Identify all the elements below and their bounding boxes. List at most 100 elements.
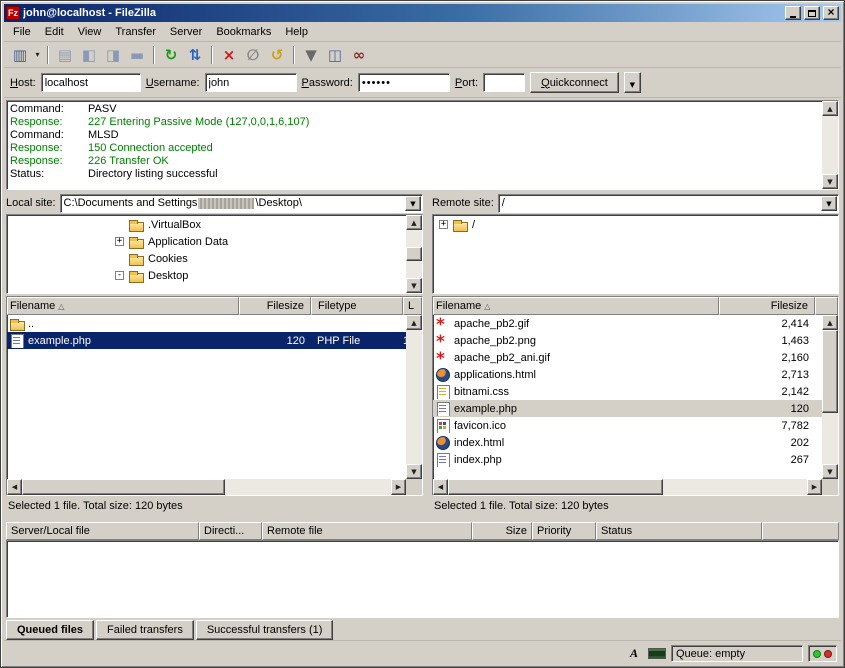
column-header-server-local-file[interactable]: Server/Local file — [6, 522, 199, 540]
tab-successful-transfers-1[interactable]: Successful transfers (1) — [196, 620, 334, 640]
quickconnect-dropdown-button[interactable] — [624, 72, 641, 93]
host-input[interactable] — [41, 73, 141, 92]
scroll-track[interactable] — [448, 479, 807, 495]
tab-failed-transfers[interactable]: Failed transfers — [96, 620, 194, 640]
local-site-combo[interactable]: C:\Documents and Settings\Desktop\ — [60, 194, 423, 213]
toolbar-cancel-button[interactable]: × — [217, 44, 241, 66]
tree-expander-icon[interactable]: + — [439, 220, 448, 229]
file-row-apache-pb2-png[interactable]: apache_pb2.png 1,463 — [433, 332, 822, 349]
column-header-remote-file[interactable]: Remote file — [262, 522, 472, 540]
column-header-filesize[interactable]: Filesize — [719, 297, 815, 315]
menu-item-file[interactable]: File — [6, 23, 38, 41]
local-list-vertical-scrollbar[interactable] — [406, 315, 422, 479]
menu-item-view[interactable]: View — [71, 23, 109, 41]
scroll-thumb[interactable] — [822, 330, 838, 413]
file-row-example-php[interactable]: example.php 120 — [433, 400, 822, 417]
scroll-track[interactable] — [22, 479, 391, 495]
scroll-up-button[interactable] — [822, 315, 838, 330]
column-header-filename[interactable]: Filename — [433, 297, 719, 315]
column-header-filename[interactable]: Filename — [7, 297, 239, 315]
local-tree-scrollbar[interactable] — [406, 215, 422, 293]
tree-expander-icon[interactable]: - — [115, 271, 124, 280]
toolbar-reconnect-button[interactable]: ↺ — [265, 44, 289, 66]
remote-site-dropdown-button[interactable] — [821, 196, 837, 211]
scroll-up-button[interactable] — [406, 315, 422, 330]
scroll-left-button[interactable] — [433, 479, 448, 495]
scroll-right-button[interactable] — [807, 479, 822, 495]
menu-item-help[interactable]: Help — [278, 23, 315, 41]
file-row-bitnami-css[interactable]: bitnami.css 2,142 — [433, 383, 822, 400]
file-row-apache-pb2-gif[interactable]: apache_pb2.gif 2,414 — [433, 315, 822, 332]
remote-list-horizontal-scrollbar[interactable] — [433, 479, 838, 495]
file-row-favicon-ico[interactable]: favicon.ico 7,782 — [433, 417, 822, 434]
tree-item-desktop[interactable]: - Desktop — [7, 267, 406, 284]
scroll-up-button[interactable] — [406, 215, 422, 230]
menu-item-transfer[interactable]: Transfer — [108, 23, 163, 41]
scroll-down-button[interactable] — [406, 278, 422, 293]
minimize-button[interactable] — [785, 6, 801, 20]
tree-item-application-data[interactable]: + Application Data — [7, 233, 406, 250]
local-list-horizontal-scrollbar[interactable] — [7, 479, 422, 495]
menu-item-server[interactable]: Server — [163, 23, 209, 41]
toolbar-filter-button[interactable]: ▼ — [299, 44, 323, 66]
column-header-status[interactable]: Status — [596, 522, 762, 540]
scroll-down-button[interactable] — [822, 464, 838, 479]
remote-site-combo[interactable]: / — [498, 194, 839, 213]
remote-list-vertical-scrollbar[interactable] — [822, 315, 838, 479]
tree-item-cookies[interactable]: Cookies — [7, 250, 406, 267]
tree-item-virtualbox[interactable]: .VirtualBox — [7, 216, 406, 233]
toolbar-disconnect-button[interactable]: ∅ — [241, 44, 265, 66]
toolbar-find-button[interactable]: ∞ — [347, 44, 371, 66]
toolbar-toggle-local-tree-button[interactable]: ◧ — [77, 44, 101, 66]
scroll-up-button[interactable] — [822, 101, 838, 116]
file-row-example-php[interactable]: example.php 120 PHP File 1 — [7, 332, 406, 349]
scroll-down-button[interactable] — [406, 464, 422, 479]
scroll-track[interactable] — [406, 230, 422, 278]
scroll-thumb[interactable] — [406, 247, 422, 261]
maximize-button[interactable] — [804, 6, 820, 20]
titlebar[interactable]: Fz john@localhost - FileZilla — [4, 4, 841, 22]
queue-list[interactable] — [6, 540, 839, 618]
quickconnect-button[interactable]: Quickconnect — [530, 72, 619, 93]
scroll-left-button[interactable] — [7, 479, 22, 495]
scroll-track[interactable] — [822, 330, 838, 464]
folder-icon — [128, 218, 144, 232]
toolbar-process-queue-button[interactable]: ⇅ — [183, 44, 207, 66]
toolbar-compare-button[interactable]: ◫ — [323, 44, 347, 66]
file-name: index.html — [454, 437, 504, 449]
username-input[interactable] — [205, 73, 297, 92]
file-row-index-html[interactable]: index.html 202 — [433, 434, 822, 451]
column-header-filetype[interactable]: Filetype — [311, 297, 403, 315]
scroll-down-button[interactable] — [822, 174, 838, 189]
column-header-filesize[interactable]: Filesize — [239, 297, 311, 315]
close-button[interactable] — [823, 6, 839, 20]
column-header-priority[interactable]: Priority — [532, 522, 596, 540]
local-site-dropdown-button[interactable] — [405, 196, 421, 211]
toolbar-toggle-log-button[interactable]: ▤ — [53, 44, 77, 66]
toolbar-refresh-button[interactable]: ↻ — [159, 44, 183, 66]
file-row-index-php[interactable]: index.php 267 — [433, 451, 822, 468]
tab-queued-files[interactable]: Queued files — [6, 620, 94, 640]
log-vertical-scrollbar[interactable] — [822, 101, 838, 189]
scroll-track[interactable] — [406, 330, 422, 464]
toolbar-toggle-remote-tree-button[interactable]: ◨ — [101, 44, 125, 66]
file-row-apache-pb2-ani-gif[interactable]: apache_pb2_ani.gif 2,160 — [433, 349, 822, 366]
file-row-applications-html[interactable]: applications.html 2,713 — [433, 366, 822, 383]
tree-expander-icon[interactable]: + — [115, 237, 124, 246]
column-header-lastmodified[interactable]: L — [403, 297, 422, 315]
toolbar-site-manager-button[interactable]: ▥ — [8, 44, 32, 66]
scroll-thumb[interactable] — [22, 479, 225, 495]
file-row-[interactable]: .. — [7, 315, 406, 332]
toolbar-toggle-queue-button[interactable]: ▬ — [125, 44, 149, 66]
scroll-thumb[interactable] — [448, 479, 663, 495]
toolbar-site-manager-dropdown-button[interactable]: ▾ — [32, 44, 43, 66]
menu-item-edit[interactable]: Edit — [38, 23, 71, 41]
tree-item-root[interactable]: + / — [433, 216, 838, 233]
column-header-direction[interactable]: Directi... — [199, 522, 262, 540]
scroll-right-button[interactable] — [391, 479, 406, 495]
column-header-size[interactable]: Size — [472, 522, 532, 540]
scroll-track[interactable] — [822, 116, 838, 174]
port-input[interactable] — [483, 73, 525, 92]
menu-item-bookmarks[interactable]: Bookmarks — [209, 23, 278, 41]
password-input[interactable] — [358, 73, 450, 92]
